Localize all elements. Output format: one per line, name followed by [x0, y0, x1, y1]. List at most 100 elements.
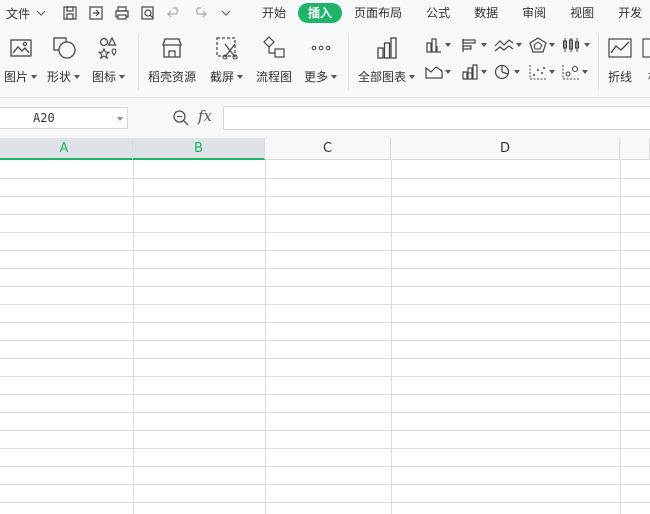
divider	[348, 34, 349, 90]
chevron-down-icon[interactable]	[117, 117, 123, 121]
caret-icon	[74, 74, 81, 79]
save-icon[interactable]	[60, 3, 80, 23]
flowchart-label: 流程图	[256, 70, 293, 84]
tab-view[interactable]: 视图	[558, 3, 606, 23]
quick-access-toolbar	[60, 3, 236, 23]
line-sparkline-button[interactable]: 折线	[606, 34, 634, 85]
column-header-a[interactable]: A	[0, 138, 133, 160]
redo-icon[interactable]	[190, 3, 210, 23]
stock-chart-button[interactable]	[562, 35, 592, 55]
picture-button[interactable]: 图片	[4, 34, 38, 85]
export-icon[interactable]	[86, 3, 106, 23]
caret-icon	[119, 74, 126, 79]
scatter-chart-icon	[529, 65, 546, 80]
caret-icon	[514, 70, 520, 74]
flowchart-icon	[260, 34, 288, 62]
more-dots-icon	[307, 34, 335, 62]
file-menu[interactable]: 文件	[0, 0, 46, 26]
icon-label: 图标	[92, 70, 117, 84]
column-header-b[interactable]: B	[133, 138, 265, 160]
all-charts-button[interactable]: 全部图表	[358, 34, 416, 85]
caret-icon	[409, 74, 416, 79]
shape-button[interactable]: 形状	[47, 34, 81, 85]
column-chart-button[interactable]	[425, 35, 455, 55]
formula-bar: A20 fx	[0, 98, 650, 138]
horizontal-bar-chart-icon	[462, 39, 476, 52]
caret-icon	[237, 74, 244, 79]
stacked-column-button[interactable]	[461, 62, 491, 82]
caret-icon	[481, 70, 487, 74]
line-chart-icon	[494, 39, 514, 52]
line-sparkline-label: 折线	[607, 70, 632, 84]
radar-chart-button[interactable]	[529, 35, 559, 55]
name-box[interactable]: A20	[0, 107, 128, 129]
column-sparkline-button[interactable]: 柱	[640, 34, 650, 85]
file-menu-label: 文件	[6, 6, 31, 21]
caret-icon	[481, 43, 487, 47]
store-icon	[158, 34, 186, 62]
caret-icon	[31, 74, 38, 79]
chevron-down-icon	[36, 10, 46, 16]
more-label: 更多	[304, 70, 329, 84]
picture-icon	[7, 34, 35, 62]
undo-icon[interactable]	[164, 3, 184, 23]
caret-icon	[331, 74, 338, 79]
cell-reference: A20	[33, 111, 55, 125]
line-chart-button[interactable]	[494, 35, 524, 55]
tab-formulas[interactable]: 公式	[414, 3, 462, 23]
shape-icon	[50, 34, 78, 62]
tab-developer[interactable]: 开发	[606, 3, 650, 23]
menu-bar: 文件 开始 插入 页面布局 公式 数据 审阅 视图 开发	[0, 0, 650, 26]
shape-label: 形状	[47, 70, 72, 84]
radar-chart-icon	[529, 37, 547, 53]
bubble-chart-icon	[562, 65, 579, 80]
cell-grid[interactable]	[0, 160, 650, 514]
stacked-column-icon	[462, 64, 478, 80]
horizontal-bar-chart-button[interactable]	[461, 35, 491, 55]
flowchart-button[interactable]: 流程图	[256, 34, 292, 85]
screenshot-label: 截屏	[210, 70, 235, 84]
sparkline-line-icon	[606, 34, 634, 62]
customize-toolbar-icon[interactable]	[216, 3, 236, 23]
icon-library-button[interactable]: 图标	[92, 34, 126, 85]
column-header-c[interactable]: C	[265, 138, 391, 160]
ribbon-tabs: 开始 插入 页面布局 公式 数据 审阅 视图 开发	[250, 3, 650, 23]
tab-insert[interactable]: 插入	[298, 3, 343, 23]
docer-resources-button[interactable]: 稻壳资源	[148, 34, 196, 85]
ribbon: 图片 形状 图标 稻壳资源 截屏 流程图 更多 全部图表 折线	[0, 26, 650, 98]
column-header-e[interactable]	[620, 138, 650, 160]
tab-data[interactable]: 数据	[462, 3, 510, 23]
caret-icon	[582, 70, 588, 74]
tab-review[interactable]: 审阅	[510, 3, 558, 23]
stock-chart-icon	[562, 38, 580, 52]
area-chart-button[interactable]	[425, 62, 455, 82]
caret-icon	[584, 43, 590, 47]
all-charts-label: 全部图表	[358, 70, 407, 84]
icons-gallery-icon	[95, 34, 123, 62]
divider	[598, 34, 599, 90]
column-chart-icon	[426, 38, 441, 53]
formula-input[interactable]	[223, 106, 650, 130]
print-icon[interactable]	[112, 3, 132, 23]
tab-home[interactable]: 开始	[250, 3, 298, 23]
docer-label: 稻壳资源	[148, 70, 197, 84]
scatter-chart-button[interactable]	[529, 62, 559, 82]
picture-label: 图片	[4, 70, 29, 84]
caret-icon	[445, 70, 451, 74]
divider	[138, 34, 139, 90]
caret-icon	[516, 43, 522, 47]
caret-icon	[445, 43, 451, 47]
screenshot-icon	[213, 34, 241, 62]
caret-icon	[549, 70, 555, 74]
print-preview-icon[interactable]	[138, 3, 158, 23]
pie-chart-button[interactable]	[494, 62, 524, 82]
pie-chart-icon	[494, 64, 510, 80]
bar-chart-icon	[373, 34, 401, 62]
more-button[interactable]: 更多	[304, 34, 338, 85]
column-header-d[interactable]: D	[391, 138, 620, 160]
tab-page-layout[interactable]: 页面布局	[342, 3, 414, 23]
zoom-icon[interactable]	[172, 109, 190, 127]
screenshot-button[interactable]: 截屏	[210, 34, 244, 85]
bubble-chart-button[interactable]	[562, 62, 592, 82]
fx-icon[interactable]: fx	[198, 107, 212, 125]
